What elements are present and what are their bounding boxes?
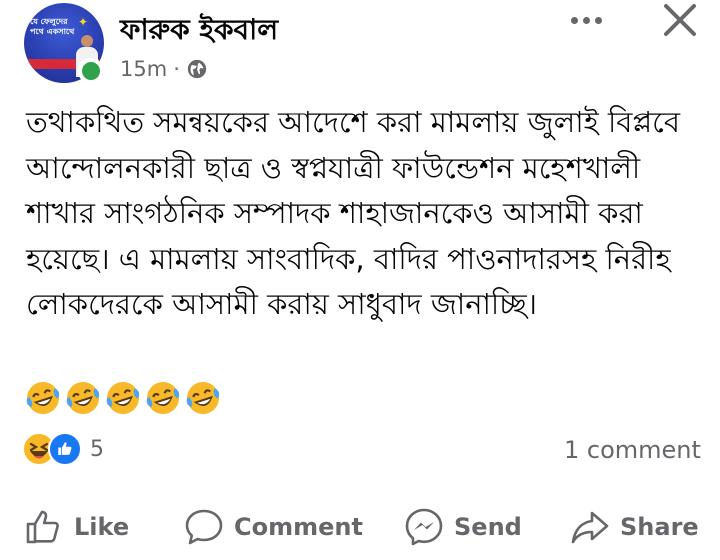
share-label: Share (620, 513, 699, 541)
share-arrow-icon (571, 511, 609, 544)
like-button[interactable]: Like (24, 500, 129, 554)
like-label: Like (74, 513, 130, 541)
star-icon: ✦ (78, 15, 89, 29)
globe-icon (187, 59, 207, 79)
reactions-summary[interactable]: 5 (22, 432, 104, 466)
thumbs-up-icon (26, 510, 59, 544)
close-icon[interactable] (656, 0, 704, 42)
comment-button[interactable]: Comment (184, 500, 363, 554)
post-header: যে ফেলুদের পথে একসাথে ✦ ফারুক ইকবাল 15m … (0, 0, 720, 92)
more-dots-icon[interactable] (562, 2, 610, 38)
speech-bubble-icon (185, 509, 223, 545)
share-button[interactable]: Share (570, 500, 699, 554)
laughing-tears-emoji-icon (106, 382, 140, 414)
post-meta: 15m · (120, 56, 208, 82)
laughing-tears-emoji-icon (66, 382, 100, 414)
send-button[interactable]: Send (404, 500, 522, 554)
post-time[interactable]: 15m (120, 57, 167, 81)
laughing-tears-emoji-icon (186, 382, 220, 414)
post-action-bar: Like Comment Send Share (0, 500, 720, 554)
laughing-tears-emoji-icon (26, 382, 60, 414)
reaction-count: 5 (90, 436, 104, 462)
post-text: তথাকথিত সমন্বয়কের আদেশে করা মামলায় জুল… (26, 105, 680, 321)
laughing-emoji-row (24, 379, 222, 417)
laughing-tears-emoji-icon (146, 382, 180, 414)
online-status-dot (78, 58, 104, 84)
like-reaction-icon (48, 432, 82, 466)
meta-separator: · (173, 57, 180, 81)
comment-label: Comment (234, 513, 363, 541)
avatar-banner-text: যে ফেলুদের পথে একসাথে (30, 17, 75, 36)
messenger-icon (405, 508, 443, 546)
author-name[interactable]: ফারুক ইকবাল (120, 8, 278, 55)
comment-count[interactable]: 1 comment (564, 436, 701, 464)
send-label: Send (454, 513, 522, 541)
